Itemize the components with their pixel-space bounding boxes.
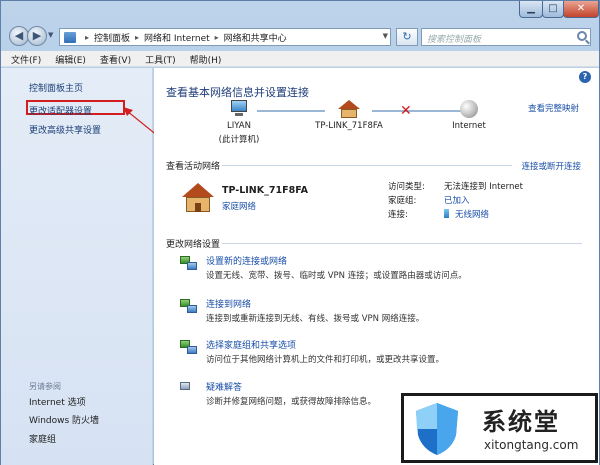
troubleshoot-icon (180, 382, 198, 397)
navigation-bar: ◀ ▶ ▼ ▸ 控制面板 ▸ 网络和 Internet ▸ 网络和共享中心 ▼ … (1, 23, 599, 51)
history-dropdown-icon[interactable]: ▼ (48, 31, 53, 39)
access-type-value: 无法连接到 Internet (444, 182, 523, 192)
connect-disconnect-link[interactable]: 连接或断开连接 (521, 160, 581, 172)
sidebar-item-control-panel-home[interactable]: 控制面板主页 (29, 81, 83, 94)
connect-network-link[interactable]: 连接到网络 (206, 297, 251, 310)
active-networks-heading: 查看活动网络 (166, 162, 221, 172)
map-node-sublabel: (此计算机) (218, 135, 260, 145)
watermark-logo: 系统堂 xitongtang.com (401, 393, 598, 463)
control-panel-icon (64, 31, 76, 43)
home-network-icon (338, 100, 360, 118)
map-node-router[interactable]: TP-LINK_71F8FA (309, 100, 389, 132)
map-node-internet[interactable]: Internet (439, 100, 499, 132)
homegroup-label: 家庭组: (388, 196, 417, 206)
task-description: 设置无线、宽带、拨号、临时或 VPN 连接；或设置路由器或访问点。 (206, 271, 467, 281)
map-node-computer[interactable]: LIYAN (此计算机) (204, 100, 274, 146)
sidebar-item-internet-options[interactable]: Internet 选项 (29, 395, 86, 408)
chevron-right-icon: ▸ (214, 32, 219, 42)
map-node-label: LIYAN (227, 121, 251, 131)
task-description: 诊断并修复网络问题，或获得故障排除信息。 (206, 397, 377, 407)
back-button[interactable]: ◀ (9, 26, 29, 46)
task-description: 连接到或重新连接到无线、有线、拨号或 VPN 网络连接。 (206, 314, 425, 324)
wireless-signal-icon (444, 209, 449, 218)
chevron-right-icon: ▸ (85, 32, 90, 42)
connection-label: 连接: (388, 210, 408, 220)
section-divider (222, 165, 512, 166)
access-type-label: 访问类型: (388, 182, 425, 192)
chevron-right-icon: ▸ (135, 32, 140, 42)
forward-button[interactable]: ▶ (27, 26, 47, 46)
connect-network-icon (180, 299, 198, 314)
minimize-button[interactable]: ▁ (519, 1, 543, 18)
menu-bar: 文件(F) 编辑(E) 查看(V) 工具(T) 帮助(H) (1, 51, 599, 67)
map-node-label: Internet (452, 121, 486, 131)
address-dropdown-icon[interactable]: ▼ (383, 32, 388, 40)
breadcrumb-control-panel[interactable]: 控制面板 (94, 31, 130, 44)
network-type-link[interactable]: 家庭网络 (222, 200, 256, 212)
page-title: 查看基本网络信息并设置连接 (166, 86, 309, 99)
maximize-button[interactable]: □ (542, 1, 564, 18)
address-bar[interactable]: ▸ 控制面板 ▸ 网络和 Internet ▸ 网络和共享中心 ▼ (59, 28, 391, 46)
sidebar-item-change-adapter-settings[interactable]: 更改适配器设置 (29, 104, 92, 117)
search-input[interactable]: 搜索控制面板 (421, 28, 591, 46)
search-icon[interactable] (577, 31, 587, 41)
title-bar: ▁ □ ✕ (1, 1, 599, 23)
explorer-window: ▁ □ ✕ ◀ ▶ ▼ ▸ 控制面板 ▸ 网络和 Internet ▸ 网络和共… (0, 0, 600, 465)
close-button[interactable]: ✕ (563, 1, 599, 18)
menu-edit[interactable]: 编辑(E) (55, 51, 95, 66)
sidebar-item-advanced-sharing[interactable]: 更改高级共享设置 (29, 123, 101, 136)
homegroup-sharing-link[interactable]: 选择家庭组和共享选项 (206, 338, 296, 351)
help-icon[interactable]: ? (579, 71, 591, 83)
wireless-connection-link[interactable]: 无线网络 (455, 210, 489, 220)
menu-view[interactable]: 查看(V) (100, 51, 140, 66)
see-also-heading: 另请参阅 (29, 382, 61, 391)
connection-value: 无线网络 (444, 208, 489, 220)
shield-icon (416, 403, 458, 455)
change-settings-heading: 更改网络设置 (166, 240, 221, 250)
map-node-label: TP-LINK_71F8FA (315, 121, 383, 131)
breadcrumb-network-sharing-center[interactable]: 网络和共享中心 (224, 31, 287, 44)
homegroup-sharing-icon (180, 340, 198, 355)
watermark-url: xitongtang.com (484, 438, 579, 452)
globe-icon (460, 100, 478, 118)
troubleshoot-link[interactable]: 疑难解答 (206, 380, 242, 393)
sidebar-item-homegroup[interactable]: 家庭组 (29, 432, 56, 445)
task-description: 访问位于其他网络计算机上的文件和打印机，或更改共享设置。 (206, 355, 445, 365)
menu-tools[interactable]: 工具(T) (145, 51, 185, 66)
disconnected-x-icon: ✕ (400, 103, 412, 119)
watermark-text: 系统堂 (482, 408, 560, 436)
breadcrumb-network-internet[interactable]: 网络和 Internet (144, 31, 210, 44)
homegroup-link[interactable]: 已加入 (444, 194, 470, 206)
setup-connection-link[interactable]: 设置新的连接或网络 (206, 254, 287, 267)
home-network-icon (182, 183, 214, 213)
network-name: TP-LINK_71F8FA (222, 185, 308, 196)
section-divider (222, 243, 582, 244)
sidebar-item-windows-firewall[interactable]: Windows 防火墙 (29, 413, 99, 426)
menu-help[interactable]: 帮助(H) (190, 51, 231, 66)
refresh-button[interactable]: ↻ (396, 28, 418, 46)
search-placeholder: 搜索控制面板 (427, 35, 482, 45)
setup-connection-icon (180, 256, 198, 271)
menu-file[interactable]: 文件(F) (11, 51, 50, 66)
view-full-map-link[interactable]: 查看完整映射 (528, 102, 579, 114)
computer-icon (228, 100, 250, 118)
